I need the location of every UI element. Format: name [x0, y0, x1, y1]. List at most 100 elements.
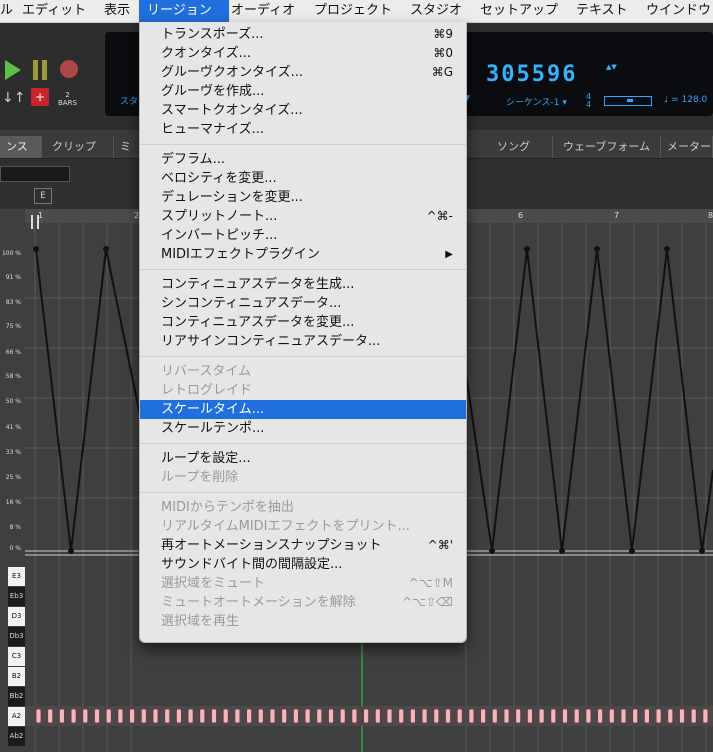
midi-note[interactable]: [187, 708, 194, 724]
menu-item[interactable]: MIDIエフェクトプラグイン ▶: [140, 245, 466, 264]
midi-note[interactable]: [386, 708, 393, 724]
piano-key[interactable]: E3: [8, 567, 25, 586]
midi-note[interactable]: [129, 708, 136, 724]
menubar-item-text[interactable]: テキスト: [576, 0, 628, 22]
midi-note[interactable]: [409, 708, 416, 724]
midi-note[interactable]: [339, 708, 346, 724]
midi-note[interactable]: [421, 708, 428, 724]
menu-item[interactable]: グルーヴクオンタイズ... ⌘G: [140, 63, 466, 82]
midi-note[interactable]: [199, 708, 206, 724]
menu-item[interactable]: インバートピッチ...: [140, 226, 466, 245]
menubar-item-project[interactable]: プロジェクト: [314, 0, 392, 22]
piano-key[interactable]: C3: [8, 647, 25, 666]
midi-note[interactable]: [316, 708, 323, 724]
tab-song[interactable]: ソング: [465, 136, 553, 158]
menubar-item-region[interactable]: リージョン: [139, 0, 229, 22]
midi-note[interactable]: [702, 708, 709, 724]
time-signature[interactable]: 4 4: [586, 93, 591, 109]
position-meter[interactable]: [604, 96, 652, 106]
piano-key[interactable]: Db3: [8, 627, 25, 646]
menu-item[interactable]: スプリットノート... ^⌘-: [140, 207, 466, 226]
midi-note[interactable]: [164, 708, 171, 724]
menubar-item-audio[interactable]: オーディオ: [231, 0, 295, 22]
midi-note[interactable]: [257, 708, 264, 724]
tab-sequence[interactable]: ンス: [0, 136, 42, 158]
midi-note[interactable]: [644, 708, 650, 724]
midi-note[interactable]: [70, 708, 77, 724]
record-enable-icon[interactable]: +: [31, 88, 49, 106]
menu-item[interactable]: コンティニュアスデータを変更...: [140, 313, 466, 332]
midi-note[interactable]: [269, 708, 276, 724]
menu-item[interactable]: クオンタイズ... ⌘0: [140, 44, 466, 63]
menu-item[interactable]: ヒューマナイズ...: [140, 120, 466, 139]
menu-item[interactable]: トランスポーズ... ⌘9: [140, 25, 466, 44]
midi-note[interactable]: [82, 708, 89, 724]
menu-item[interactable]: グルーヴを作成...: [140, 82, 466, 101]
midi-note[interactable]: [94, 708, 100, 724]
counter-stepper[interactable]: ▲▼: [606, 63, 617, 71]
midi-note[interactable]: [374, 708, 381, 724]
midi-note[interactable]: [608, 708, 615, 724]
midi-note[interactable]: [538, 708, 545, 724]
menu-item[interactable]: コンティニュアスデータを生成...: [140, 275, 466, 294]
menu-item[interactable]: デュレーションを変更...: [140, 188, 466, 207]
midi-note[interactable]: [281, 708, 288, 724]
midi-note[interactable]: [679, 708, 685, 724]
play-icon[interactable]: [5, 60, 21, 80]
midi-note[interactable]: [562, 708, 568, 724]
midi-note[interactable]: [445, 708, 451, 724]
midi-note[interactable]: [398, 708, 405, 724]
menubar-item-edit[interactable]: エディット: [22, 0, 86, 22]
midi-note[interactable]: [292, 708, 299, 724]
midi-note[interactable]: [433, 708, 440, 724]
track-chip[interactable]: [0, 166, 70, 182]
piano-key[interactable]: Ab2: [8, 727, 25, 746]
midi-note[interactable]: [550, 708, 557, 724]
midi-note[interactable]: [140, 708, 147, 724]
midi-note[interactable]: [597, 708, 603, 724]
menu-item[interactable]: スマートクオンタイズ...: [140, 101, 466, 120]
midi-note[interactable]: [117, 708, 124, 724]
piano-key[interactable]: D3: [8, 607, 25, 626]
loop-icon[interactable]: ↓↑: [2, 90, 25, 106]
midi-note[interactable]: [632, 708, 639, 724]
piano-key[interactable]: B2: [8, 667, 25, 686]
menu-item[interactable]: サウンドバイト間の間隔設定...: [140, 555, 466, 574]
midi-note[interactable]: [363, 708, 370, 724]
tab-waveform[interactable]: ウェーブフォーム: [553, 136, 661, 158]
sequence-selector[interactable]: シーケンス-1 ▾: [506, 95, 567, 108]
midi-note[interactable]: [35, 708, 42, 724]
midi-note[interactable]: [480, 708, 487, 724]
menu-item[interactable]: スケールタイム...: [140, 400, 466, 419]
midi-note[interactable]: [222, 708, 229, 724]
counter-value[interactable]: 305596: [486, 62, 577, 87]
midi-note[interactable]: [152, 708, 159, 724]
midi-note[interactable]: [47, 708, 54, 724]
piano-key[interactable]: Eb3: [8, 587, 25, 606]
tempo-display[interactable]: ♩ = 128.0: [664, 95, 707, 105]
midi-note[interactable]: [585, 708, 592, 724]
midi-note[interactable]: [667, 708, 674, 724]
menubar-item-setup[interactable]: セットアップ: [480, 0, 558, 22]
midi-note[interactable]: [211, 708, 217, 724]
midi-note[interactable]: [456, 708, 463, 724]
menu-item[interactable]: スケールテンポ...: [140, 419, 466, 438]
tab-meter[interactable]: メーター: [661, 136, 713, 158]
edit-button[interactable]: E: [34, 188, 52, 204]
midi-note[interactable]: [351, 708, 358, 724]
record-icon[interactable]: [60, 60, 78, 78]
menu-item[interactable]: シンコンティニュアスデータ...: [140, 294, 466, 313]
midi-note[interactable]: [59, 708, 65, 724]
midi-note[interactable]: [515, 708, 522, 724]
piano-key[interactable]: A2: [8, 707, 25, 726]
midi-note[interactable]: [491, 708, 498, 724]
midi-note[interactable]: [234, 708, 241, 724]
menubar-item-studio[interactable]: スタジオ: [410, 0, 462, 22]
midi-note[interactable]: [328, 708, 334, 724]
midi-note[interactable]: [105, 708, 112, 724]
midi-note[interactable]: [655, 708, 662, 724]
midi-note[interactable]: [175, 708, 182, 724]
midi-note[interactable]: [503, 708, 510, 724]
menubar-item-view[interactable]: 表示: [104, 0, 130, 22]
menu-item[interactable]: デフラム...: [140, 150, 466, 169]
